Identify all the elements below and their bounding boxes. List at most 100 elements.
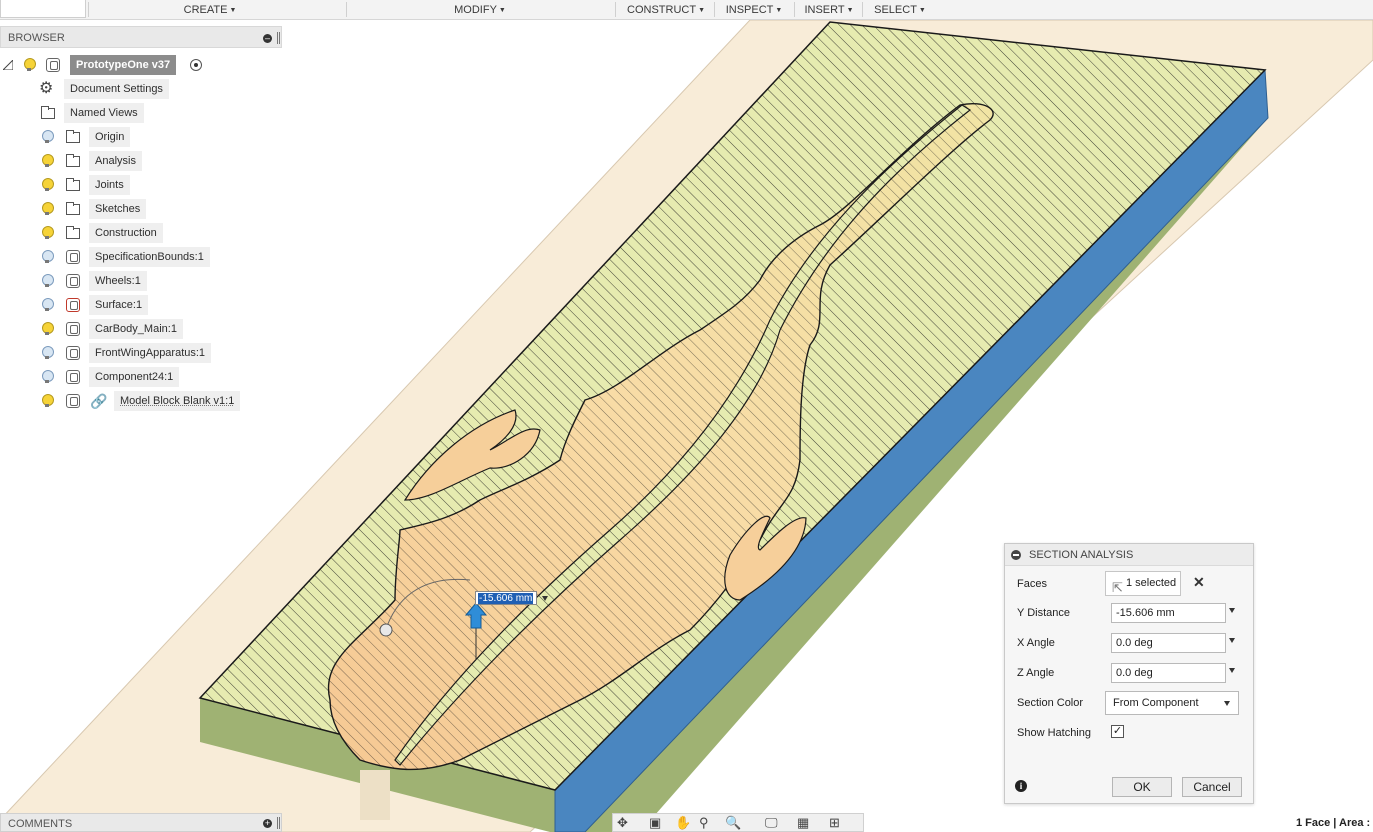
faces-selection-count: 1 selected (1126, 577, 1177, 589)
browser-item-sketches[interactable]: Sketches (0, 199, 200, 219)
chevron-down-icon[interactable] (1229, 608, 1235, 613)
expand-triangle-icon[interactable] (17, 154, 28, 168)
browser-item-label[interactable]: Named Views (64, 103, 144, 123)
browser-item-label[interactable]: Construction (89, 223, 163, 243)
visibility-bulb-icon[interactable] (42, 394, 54, 407)
visibility-bulb-icon[interactable] (24, 58, 36, 71)
expand-triangle-icon[interactable] (17, 274, 28, 288)
visibility-bulb-icon[interactable] (42, 298, 54, 311)
visibility-bulb-icon[interactable] (42, 274, 54, 287)
pan-icon[interactable]: ✋ (675, 815, 691, 831)
cancel-button[interactable]: Cancel (1182, 777, 1242, 797)
browser-item-label[interactable]: Origin (89, 127, 131, 147)
browser-item-carbody-main[interactable]: CarBody_Main:1 (0, 319, 200, 339)
chevron-down-icon[interactable] (1229, 668, 1235, 673)
browser-item-label[interactable]: Component24:1 (89, 367, 180, 387)
fit-icon[interactable]: 🔍 (725, 815, 741, 831)
toolbar-workspace-area[interactable] (0, 0, 86, 18)
collapse-icon[interactable]: – (263, 34, 272, 43)
orbit-icon[interactable]: ✥ (617, 815, 628, 831)
viewports-icon[interactable]: ⊞ (829, 815, 840, 831)
browser-root-row[interactable]: PrototypeOne v37 (0, 55, 220, 75)
construct-menu[interactable]: CONSTRUCT ▼ (626, 0, 706, 20)
visibility-bulb-icon[interactable] (42, 226, 54, 239)
browser-item-frontwingapparatus[interactable]: FrontWingApparatus:1 (0, 343, 220, 363)
browser-item-label[interactable]: SpecificationBounds:1 (89, 247, 210, 267)
browser-item-origin[interactable]: Origin (0, 127, 200, 147)
browser-item-specificationbounds[interactable]: SpecificationBounds:1 (0, 247, 220, 267)
expand-triangle-icon[interactable] (17, 394, 28, 408)
faces-selector[interactable]: ⇱ 1 selected (1105, 571, 1181, 596)
display-settings-icon[interactable]: 🖵 (765, 815, 778, 831)
browser-item-wheels[interactable]: Wheels:1 (0, 271, 200, 291)
clear-selection-icon[interactable]: ✕ (1193, 574, 1205, 591)
root-component-label[interactable]: PrototypeOne v37 (70, 55, 177, 75)
pin-icon[interactable] (277, 817, 280, 829)
expand-triangle-icon[interactable] (17, 226, 28, 240)
visibility-bulb-icon[interactable] (42, 130, 54, 143)
visibility-bulb-icon[interactable] (42, 322, 54, 335)
pin-icon[interactable] (277, 32, 280, 44)
look-at-icon[interactable]: ▣ (649, 815, 661, 831)
add-comment-icon[interactable]: + (263, 819, 272, 828)
visibility-bulb-icon[interactable] (42, 202, 54, 215)
select-menu[interactable]: SELECT ▼ (872, 0, 928, 20)
browser-item-surface[interactable]: Surface:1 (0, 295, 200, 315)
visibility-bulb-icon[interactable] (42, 346, 54, 359)
collapse-icon[interactable] (1011, 550, 1021, 560)
activate-radio-icon[interactable] (190, 59, 202, 71)
inspect-menu[interactable]: INSPECT ▼ (724, 0, 784, 20)
browser-item-named-views[interactable]: Named Views (0, 103, 200, 123)
manipulator-distance-input[interactable]: -15.606 mm (475, 591, 537, 605)
browser-item-label[interactable]: Document Settings (64, 79, 169, 99)
component-error-icon (66, 298, 80, 312)
expand-triangle-icon[interactable] (17, 298, 28, 312)
section-color-select[interactable]: From Component (1105, 691, 1239, 715)
y-distance-input[interactable]: -15.606 mm (1111, 603, 1226, 623)
browser-item-model-block-blank[interactable]: 🔗 Model Block Blank v1:1 (0, 391, 241, 411)
browser-item-label[interactable]: Wheels:1 (89, 271, 147, 291)
expand-triangle-icon[interactable] (17, 346, 28, 360)
expand-triangle-icon[interactable] (17, 106, 28, 120)
visibility-bulb-icon[interactable] (42, 154, 54, 167)
browser-item-label[interactable]: Model Block Blank v1:1 (114, 391, 241, 411)
dialog-title-bar: SECTION ANALYSIS (1005, 544, 1253, 566)
browser-item-label[interactable]: Sketches (89, 199, 147, 219)
expand-triangle-icon[interactable] (17, 130, 28, 144)
browser-item-label[interactable]: Surface:1 (89, 295, 149, 315)
browser-item-construction[interactable]: Construction (0, 223, 200, 243)
expand-triangle-icon[interactable] (17, 202, 28, 216)
expand-triangle-icon[interactable] (17, 322, 28, 336)
create-menu[interactable]: CREATE ▼ (180, 0, 240, 20)
expand-triangle-icon[interactable] (17, 250, 28, 264)
zoom-icon[interactable]: ⚲ (699, 815, 709, 831)
visibility-bulb-icon[interactable] (42, 370, 54, 383)
grid-icon[interactable]: ▦ (797, 815, 809, 831)
chevron-down-icon[interactable] (542, 596, 548, 601)
browser-item-joints[interactable]: Joints (0, 175, 200, 195)
browser-item-label[interactable]: CarBody_Main:1 (89, 319, 183, 339)
expand-triangle-icon[interactable] (17, 82, 28, 96)
ok-button[interactable]: OK (1112, 777, 1172, 797)
collapse-triangle-icon[interactable] (3, 60, 13, 70)
expand-triangle-icon[interactable] (17, 178, 28, 192)
chevron-down-icon[interactable] (1229, 638, 1235, 643)
browser-item-analysis[interactable]: Analysis (0, 151, 200, 171)
info-icon[interactable]: i (1015, 780, 1027, 792)
rotate-handle[interactable] (379, 623, 393, 637)
browser-item-label[interactable]: FrontWingApparatus:1 (89, 343, 212, 363)
x-angle-input[interactable]: 0.0 deg (1111, 633, 1226, 653)
z-angle-input[interactable]: 0.0 deg (1111, 663, 1226, 683)
show-hatching-checkbox[interactable]: ✓ (1111, 725, 1124, 738)
expand-triangle-icon[interactable] (17, 370, 28, 384)
visibility-bulb-icon[interactable] (42, 250, 54, 263)
browser-item-component24[interactable]: Component24:1 (0, 367, 200, 387)
browser-item-label[interactable]: Analysis (89, 151, 142, 171)
browser-item-document-settings[interactable]: ⚙ Document Settings (0, 79, 200, 99)
modify-menu[interactable]: MODIFY ▼ (450, 0, 510, 20)
browser-item-label[interactable]: Joints (89, 175, 130, 195)
visibility-bulb-icon[interactable] (42, 178, 54, 191)
insert-menu[interactable]: INSERT ▼ (803, 0, 855, 20)
section-color-value: From Component (1113, 697, 1199, 709)
navigation-toolbar: ✥ ▣ ✋ ⚲ 🔍 🖵 ▦ ⊞ (612, 813, 864, 832)
